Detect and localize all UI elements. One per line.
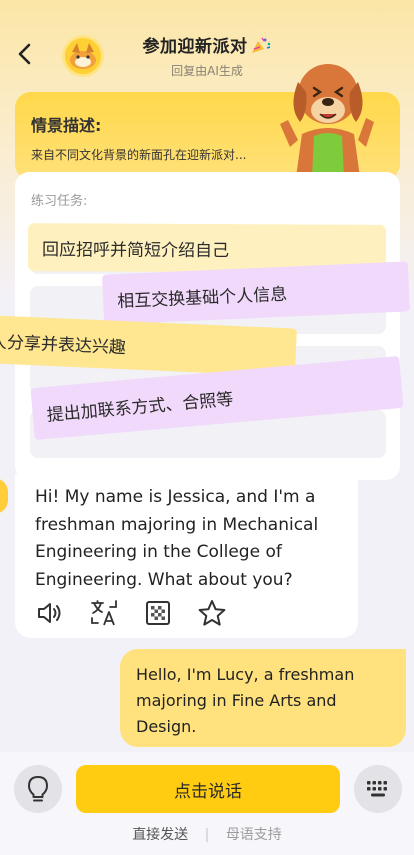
star-icon[interactable]: [197, 598, 227, 628]
scene-description[interactable]: 来自不同文化背景的新面孔在迎新派对...: [31, 146, 246, 163]
user-message-bubble: Hello, I'm Lucy, a freshman majoring in …: [120, 649, 406, 747]
keyboard-button[interactable]: [354, 765, 402, 813]
speaker-icon[interactable]: [35, 598, 65, 628]
link-separator: |: [204, 827, 210, 843]
task-sticky-3-label: 和别人分享并表达兴趣: [0, 330, 127, 358]
scene-title: 情景描述:: [31, 116, 102, 135]
native-language-support-link[interactable]: 母语支持: [226, 827, 282, 843]
mosaic-hide-icon[interactable]: [143, 598, 173, 628]
party-popper-icon: [251, 37, 270, 53]
lightbulb-icon: [28, 776, 48, 802]
send-direct-link[interactable]: 直接发送: [132, 827, 188, 843]
hint-button[interactable]: [14, 765, 62, 813]
translate-icon[interactable]: [89, 598, 119, 628]
side-indicator: [0, 478, 8, 514]
bottom-links: 直接发送 | 母语支持: [0, 824, 414, 844]
bottom-bar: 点击说话 直接发送 | 母语支持: [0, 752, 414, 855]
ai-message-bubble: Hi! My name is Jessica, and I'm a freshm…: [15, 474, 358, 638]
dog-mascot-icon: [280, 64, 374, 177]
tap-to-speak-button[interactable]: 点击说话: [76, 765, 340, 813]
user-message-text[interactable]: Hello, I'm Lucy, a freshman majoring in …: [136, 665, 354, 736]
tasks-label: 练习任务:: [31, 194, 88, 209]
tap-to-speak-label: 点击说话: [174, 781, 242, 802]
ai-message-text[interactable]: Hi! My name is Jessica, and I'm a freshm…: [35, 484, 353, 594]
keyboard-icon: [367, 781, 387, 797]
